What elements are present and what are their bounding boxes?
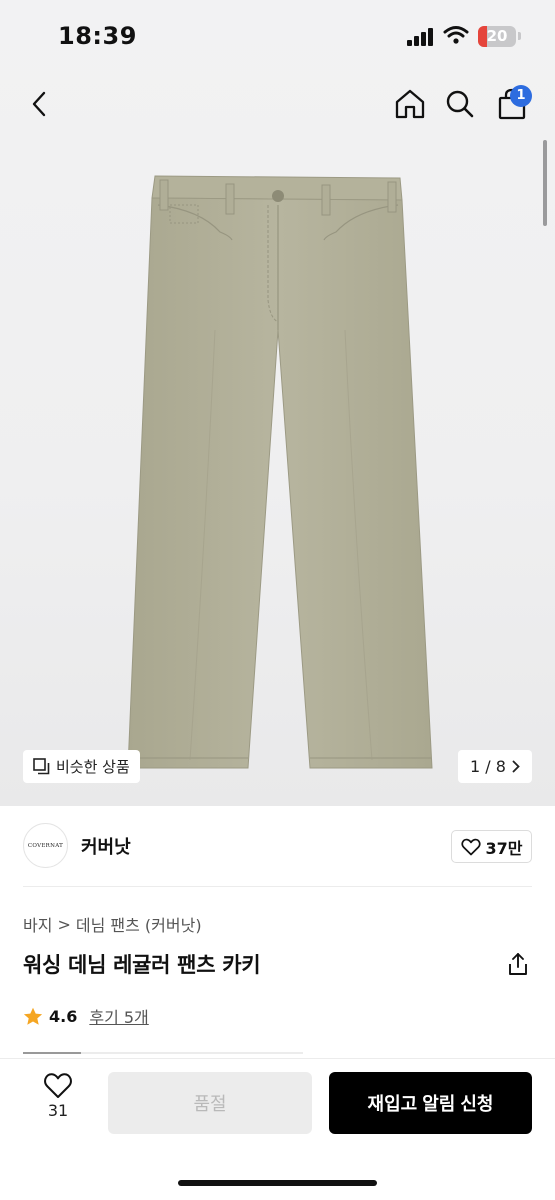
brand-logo-text: COVERNAT [27, 842, 64, 849]
wifi-icon [443, 26, 469, 44]
battery-level: 20 [486, 27, 508, 45]
similar-products-button[interactable]: 비슷한 상품 [23, 750, 140, 783]
similar-items-icon [33, 758, 50, 775]
back-arrow-icon [32, 91, 46, 117]
chevron-right-icon [512, 760, 520, 773]
share-button[interactable] [504, 950, 532, 978]
home-indicator [178, 1180, 377, 1186]
signal-icon [407, 28, 435, 46]
breadcrumb-separator: > [57, 914, 71, 934]
product-title: 워싱 데님 레귤러 팬츠 카키 [23, 953, 261, 977]
brand-like-button[interactable]: 37만 [451, 830, 532, 863]
wishlist-button[interactable]: 31 [30, 1072, 86, 1134]
section-tab-indicator [23, 1052, 303, 1054]
rating-value: 4.6 [49, 1006, 78, 1026]
breadcrumb-category[interactable]: 바지 [23, 912, 52, 936]
divider [23, 886, 532, 887]
back-button[interactable] [20, 84, 60, 124]
review-link[interactable]: 후기 5개 [89, 1004, 148, 1028]
status-time: 18:39 [58, 22, 137, 50]
similar-products-label: 비슷한 상품 [56, 758, 130, 776]
cart-count-badge: 1 [510, 85, 532, 107]
brand-logo[interactable]: COVERNAT [23, 823, 68, 868]
share-icon [509, 953, 527, 975]
soldout-button[interactable]: 품절 [108, 1072, 312, 1134]
star-icon [23, 1007, 43, 1025]
home-icon [395, 89, 425, 119]
gallery-page-indicator[interactable]: 1 / 8 [458, 750, 532, 783]
brand-like-count: 37만 [485, 838, 523, 858]
restock-alert-button[interactable]: 재입고 알림 신청 [329, 1072, 532, 1134]
home-button[interactable] [390, 84, 430, 124]
heart-icon [44, 1073, 72, 1098]
search-button[interactable] [440, 84, 480, 124]
rating-row: 4.6 후기 5개 [23, 1004, 149, 1028]
search-icon [446, 90, 474, 118]
breadcrumb-subcategory[interactable]: 데님 팬츠 (커버낫) [76, 912, 202, 936]
battery-cap [518, 32, 521, 40]
breadcrumb: 바지 > 데님 팬츠 (커버낫) [23, 912, 202, 936]
scroll-indicator [543, 140, 547, 226]
status-bar: 18:39 20 [0, 0, 555, 70]
brand-name[interactable]: 커버낫 [81, 833, 131, 859]
heart-icon [460, 838, 481, 855]
gallery-page-text: 1 / 8 [470, 757, 506, 776]
battery-icon: 20 [478, 26, 516, 47]
wishlist-count: 31 [47, 1101, 69, 1120]
